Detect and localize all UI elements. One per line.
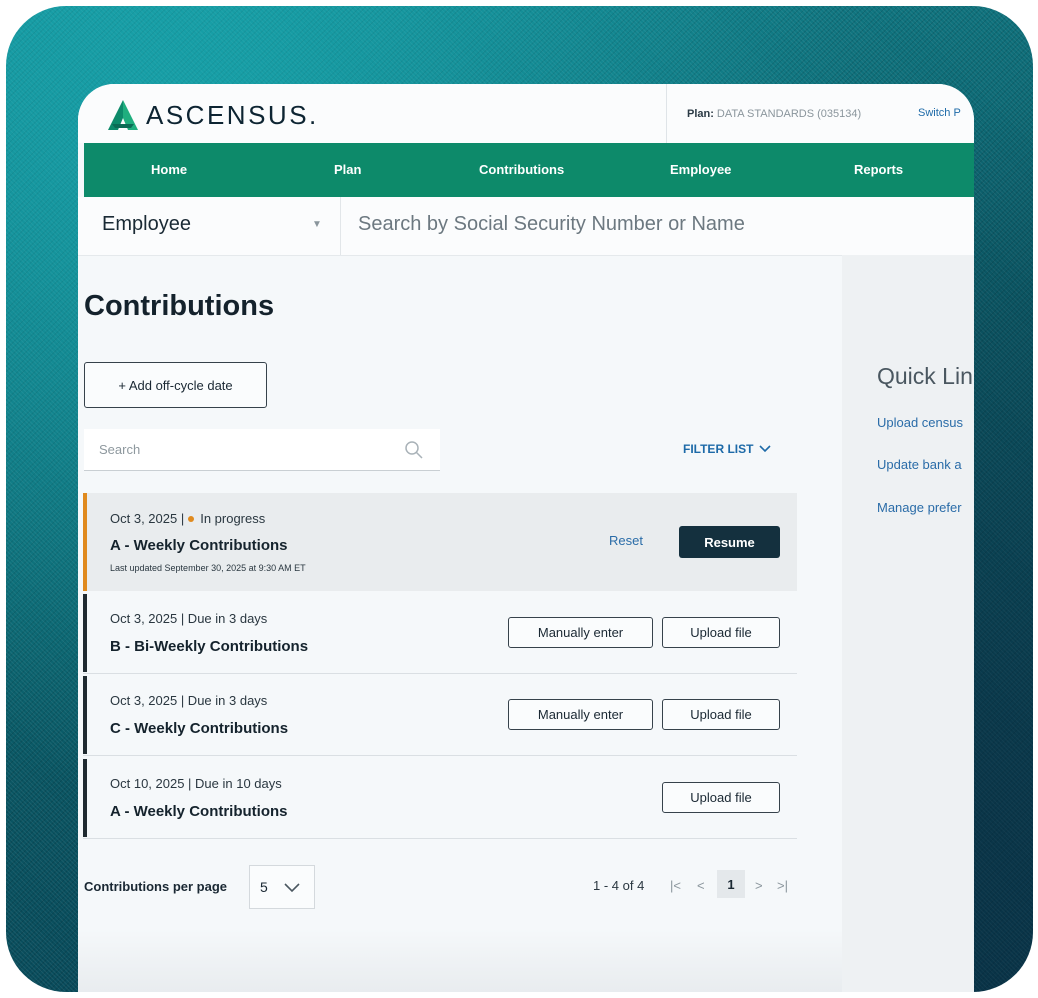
chevron-down-icon [759,445,772,453]
per-page-select[interactable]: 5 [249,865,315,909]
filter-list-toggle[interactable]: FILTER LIST [683,442,772,456]
contribution-row: Oct 3, 2025 | Due in 3 days C - Weekly C… [83,676,797,754]
manually-enter-button[interactable]: Manually enter [508,699,653,730]
row-divider [83,673,797,674]
employee-search-bar: Employee ▼ Search by Social Security Num… [78,197,974,256]
nav-employee[interactable]: Employee [670,162,731,177]
quick-link-manage-preferences[interactable]: Manage prefer [877,500,962,515]
first-page-icon[interactable]: |< [670,878,681,893]
row-meta: Oct 3, 2025 | Due in 3 days [110,693,268,708]
contribution-row: Oct 3, 2025 | In progress A - Weekly Cont… [83,493,797,591]
plan-label: Plan: [687,107,714,120]
upload-file-button[interactable]: Upload file [662,699,780,730]
row-meta: Oct 3, 2025 | Due in 3 days [110,611,268,626]
quick-links-panel: Quick Lin Upload census Update bank a Ma… [842,255,974,992]
row-title: B - Bi-Weekly Contributions [110,638,309,655]
browser-window: ASCENSUS. Plan: DATA STANDARDS (035134) … [78,84,974,992]
ssn-search-input[interactable]: Search by Social Security Number or Name [358,213,745,236]
logo-text: ASCENSUS. [146,99,319,130]
background-frame: ASCENSUS. Plan: DATA STANDARDS (035134) … [6,6,1033,992]
add-off-cycle-date-button[interactable]: + Add off-cycle date [84,362,267,408]
contribution-row: Oct 10, 2025 | Due in 10 days A - Weekly… [83,759,797,837]
last-page-icon[interactable]: >| [777,878,788,893]
plan-value: DATA STANDARDS (035134) [716,107,862,120]
manually-enter-button[interactable]: Manually enter [508,617,653,648]
pagination-range: 1 - 4 of 4 [593,878,645,893]
page-title: Contributions [84,290,275,322]
main-nav: Home Plan Contributions Employee Reports [84,143,974,197]
in-progress-dot-icon [188,516,195,523]
search-icon[interactable] [404,440,424,460]
per-page-value: 5 [260,879,268,895]
top-header: ASCENSUS. Plan: DATA STANDARDS (035134) … [78,84,974,143]
reset-link[interactable]: Reset [609,533,643,548]
search-category-select[interactable]: Employee [102,213,191,236]
quick-link-update-bank[interactable]: Update bank a [877,457,962,472]
current-page[interactable]: 1 [717,870,745,898]
divider [340,197,341,255]
ascensus-mark-icon [108,100,138,130]
row-last-updated: Last updated September 30, 2025 at 9:30 … [110,563,306,573]
contributions-search-input[interactable]: Search [84,429,440,471]
row-meta: Oct 3, 2025 | In progress [110,511,265,526]
quick-link-upload-census[interactable]: Upload census [877,415,963,430]
upload-file-button[interactable]: Upload file [662,782,780,813]
row-date: Oct 3, 2025 | [110,511,185,526]
row-title: A - Weekly Contributions [110,537,288,554]
switch-plan-link[interactable]: Switch P [918,107,961,119]
upload-file-button[interactable]: Upload file [662,617,780,648]
row-title: C - Weekly Contributions [110,720,289,737]
nav-home[interactable]: Home [151,162,187,177]
row-status: In progress [200,511,266,526]
chevron-down-icon [284,883,300,893]
row-meta: Oct 10, 2025 | Due in 10 days [110,776,282,791]
per-page-label: Contributions per page [84,879,227,894]
quick-links-title: Quick Lin [877,363,973,389]
row-divider [83,838,797,839]
chevron-down-icon[interactable]: ▼ [312,219,322,230]
resume-button[interactable]: Resume [679,526,780,558]
contribution-row: Oct 3, 2025 | Due in 3 days B - Bi-Weekl… [83,594,797,672]
nav-plan[interactable]: Plan [334,162,361,177]
nav-contributions[interactable]: Contributions [479,162,564,177]
bottom-fade [78,929,842,992]
nav-reports[interactable]: Reports [854,162,903,177]
filter-list-label: FILTER LIST [683,442,754,456]
ascensus-logo[interactable]: ASCENSUS. [104,98,319,132]
row-divider [83,755,797,756]
row-title: A - Weekly Contributions [110,803,288,820]
prev-page-icon[interactable]: < [697,878,705,893]
next-page-icon[interactable]: > [755,878,763,893]
search-placeholder: Search [99,442,141,457]
plan-info: Plan: DATA STANDARDS (035134) [666,84,861,143]
